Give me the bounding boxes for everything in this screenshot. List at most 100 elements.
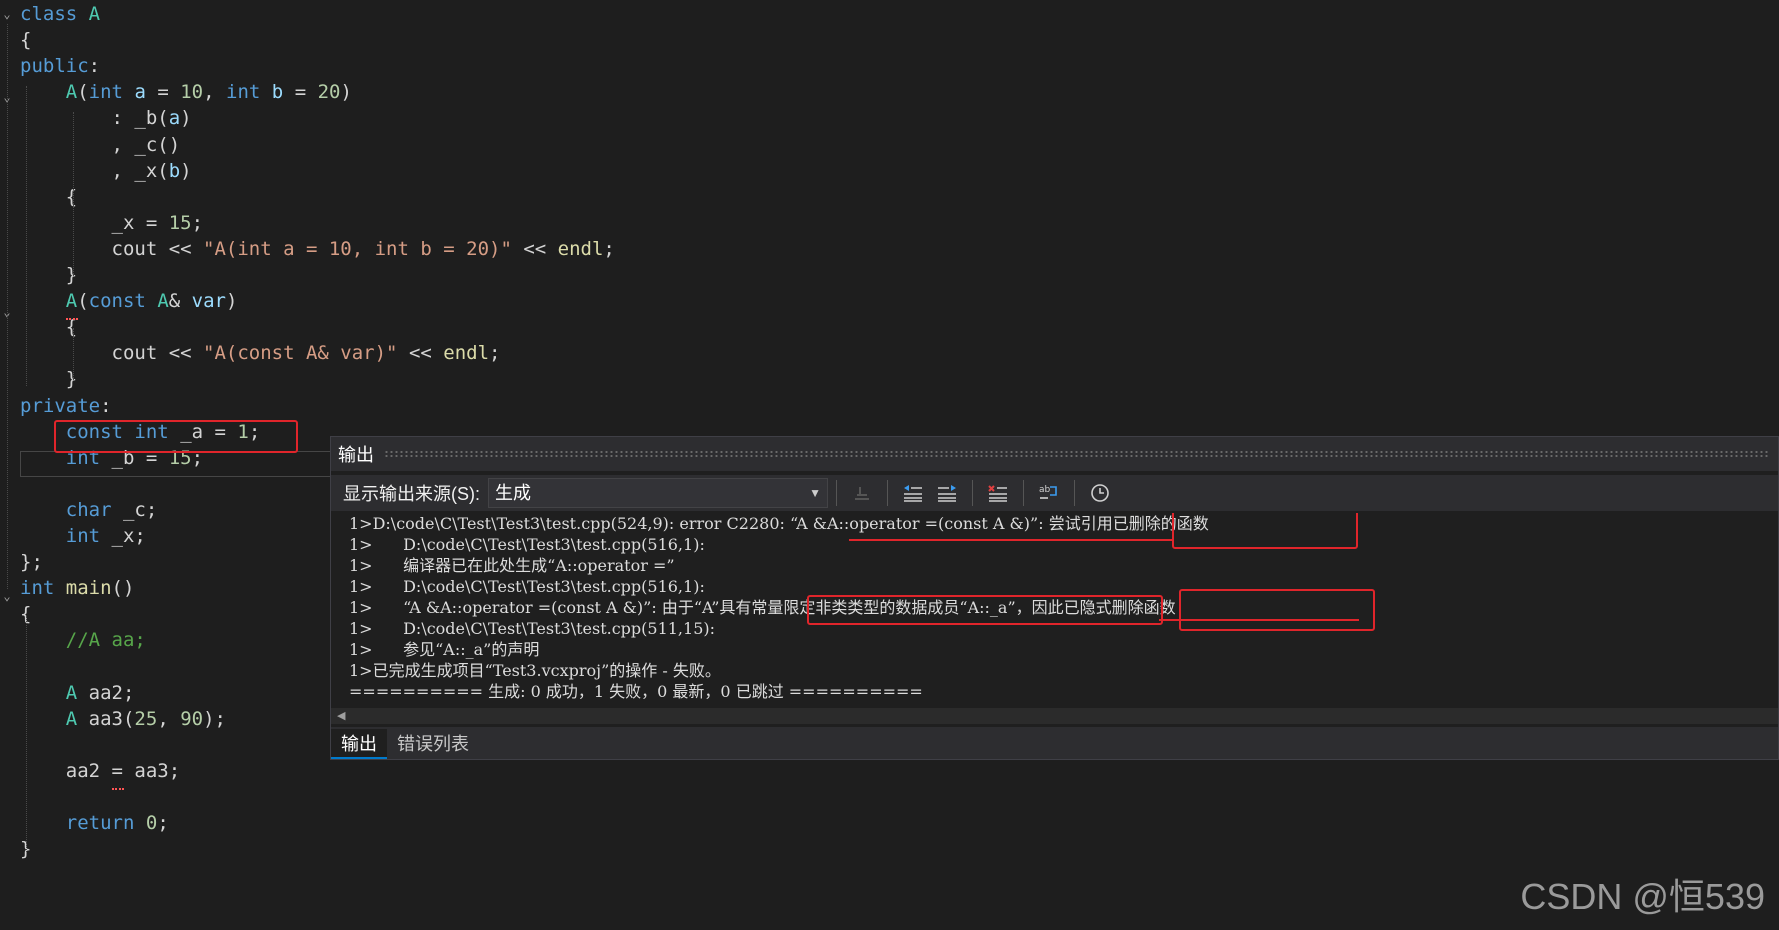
code-token: _a =: [168, 420, 238, 443]
code-token: cout <<: [20, 342, 204, 365]
code-token: ): [226, 290, 238, 313]
code-line[interactable]: cout << "A(const A& var)" << endl;: [20, 340, 501, 366]
code-line[interactable]: //A aa;: [20, 627, 146, 653]
clear-all-icon[interactable]: [984, 479, 1012, 507]
toolbar-divider: [887, 480, 888, 506]
code-line[interactable]: private:: [20, 393, 112, 419]
code-line[interactable]: }: [20, 262, 77, 288]
code-token: return: [65, 812, 135, 835]
code-token: =: [145, 81, 181, 104]
code-line[interactable]: };: [20, 549, 43, 575]
code-token: int: [134, 420, 169, 443]
toolbar-divider: [972, 480, 973, 506]
code-line[interactable]: int _x;: [20, 523, 146, 549]
code-token: var: [191, 290, 226, 313]
source-label: 显示输出来源(S):: [343, 484, 480, 504]
word-wrap-icon[interactable]: ab: [1035, 479, 1063, 507]
code-token: aa2;: [77, 681, 135, 704]
code-line[interactable]: int main(): [20, 575, 134, 601]
code-token: main: [65, 577, 112, 600]
indent-guide: [7, 24, 8, 589]
code-token: b: [168, 159, 181, 182]
code-line[interactable]: public:: [20, 53, 100, 79]
indent-guide: [73, 328, 74, 380]
code-token: "A(const A& var)": [203, 342, 398, 365]
horizontal-scrollbar[interactable]: ◀: [331, 708, 1778, 724]
code-line[interactable]: A(int a = 10, int b = 20): [20, 79, 352, 105]
code-token: A: [65, 707, 78, 730]
previous-message-icon[interactable]: [899, 479, 927, 507]
code-line[interactable]: char _c;: [20, 497, 158, 523]
output-text-area[interactable]: 1>D:\code\C\Test\Test3\test.cpp(524,9): …: [349, 513, 1769, 703]
code-token: int: [65, 525, 101, 547]
code-line[interactable]: _x = 15;: [20, 210, 204, 236]
code-token: aa2 = aa3;: [20, 759, 181, 782]
code-token: A: [65, 681, 78, 704]
code-line[interactable]: , _c(): [20, 132, 181, 158]
tab-output[interactable]: 输出: [331, 729, 387, 759]
code-line[interactable]: , _x(b): [20, 158, 192, 184]
code-line[interactable]: A aa3(25, 90);: [20, 706, 226, 732]
toolbar-divider: [836, 480, 837, 506]
output-panel[interactable]: 输出 显示输出来源(S): 生成 ▼ ab 1>D:\code\C\Test\T…: [330, 436, 1779, 760]
indent-guide: [73, 112, 74, 276]
output-line: 1> D:\code\C\Test\Test3\test.cpp(516,1):: [349, 577, 705, 596]
code-line[interactable]: cout << "A(int a = 10, int b = 20)" << e…: [20, 236, 615, 262]
chevron-down-icon: ▼: [809, 486, 821, 500]
code-token: 0: [145, 812, 158, 835]
toolbar-divider: [1074, 480, 1075, 506]
code-token: int: [88, 81, 123, 104]
code-token: };: [20, 551, 43, 574]
code-token: "A(int a = 10, int b = 20)": [203, 237, 512, 260]
code-token: b: [271, 81, 284, 104]
annotation-underline: [849, 539, 1174, 541]
output-titlebar[interactable]: 输出: [331, 437, 1778, 471]
code-token: a: [134, 81, 146, 104]
find-message-icon[interactable]: [848, 479, 876, 507]
code-line[interactable]: {: [20, 27, 31, 53]
output-line: 1>D:\code\C\Test\Test3\test.cpp(524,9): …: [349, 514, 1209, 533]
code-line[interactable]: aa2 = aa3;: [20, 758, 180, 784]
code-token: , _x(: [20, 159, 169, 182]
code-line[interactable]: {: [20, 184, 77, 210]
code-token: int: [20, 577, 55, 600]
code-token: //A aa;: [65, 629, 146, 652]
code-token: ): [180, 107, 192, 130]
output-line: 1> “A &A::operator =(const A &)”: 由于“A”具…: [349, 598, 1176, 617]
scroll-left-icon[interactable]: ◀: [337, 708, 345, 724]
code-line[interactable]: const int _a = 1;: [20, 419, 261, 445]
code-line[interactable]: class A: [20, 1, 100, 27]
code-token: endl: [557, 237, 604, 260]
source-dropdown[interactable]: 生成 ▼: [488, 478, 828, 508]
drag-grip[interactable]: [384, 450, 1770, 458]
code-token: {: [20, 185, 78, 208]
code-line[interactable]: }: [20, 366, 77, 392]
code-line[interactable]: A aa2;: [20, 680, 135, 706]
code-line[interactable]: : _b(a): [20, 105, 192, 131]
code-line[interactable]: A(const A& var): [20, 288, 238, 314]
code-line[interactable]: return 0;: [20, 810, 169, 836]
next-message-icon[interactable]: [933, 479, 961, 507]
code-token: :: [88, 55, 101, 78]
watermark: CSDN @恒539: [1520, 876, 1765, 917]
code-token: 10: [180, 81, 204, 104]
tab-error-list[interactable]: 错误列表: [387, 729, 479, 759]
code-token: ;: [489, 342, 501, 365]
code-token: 15: [168, 211, 192, 234]
clock-icon[interactable]: [1086, 479, 1114, 507]
code-token: 25: [134, 707, 158, 730]
output-line: 1> 编译器已在此处生成“A::operator =”: [349, 556, 675, 575]
code-token: (: [77, 290, 89, 313]
code-token: A: [157, 290, 169, 313]
code-token: ;: [248, 420, 261, 443]
output-line: ========== 生成: 0 成功，1 失败，0 最新，0 已跳过 ====…: [349, 682, 923, 701]
error-squiggle: [112, 785, 124, 790]
code-token: :: [100, 394, 112, 417]
output-line: 1> D:\code\C\Test\Test3\test.cpp(516,1):: [349, 535, 705, 554]
